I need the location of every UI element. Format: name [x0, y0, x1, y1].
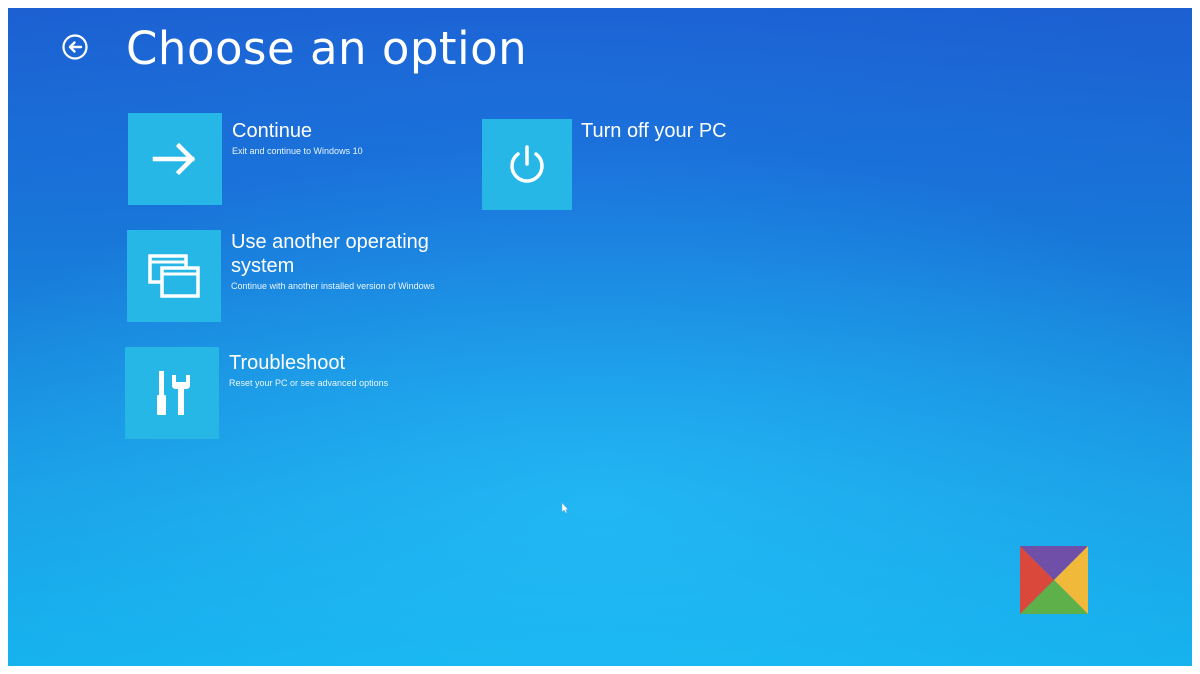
troubleshoot-tile[interactable] [125, 347, 219, 439]
option-description: Exit and continue to Windows 10 [232, 146, 363, 156]
option-title: Use another operating system [231, 231, 429, 277]
recovery-screen: Choose an option Continue Exit and conti… [8, 8, 1192, 666]
troubleshoot-text: Troubleshoot Reset your PC or see advanc… [229, 351, 469, 389]
use-another-os-tile[interactable] [127, 230, 221, 322]
option-description: Continue with another installed version … [231, 281, 435, 291]
back-arrow-circle-icon [62, 34, 88, 60]
windows-stack-icon [148, 254, 200, 298]
option-description: Reset your PC or see advanced options [229, 378, 389, 388]
option-continue[interactable]: Continue Exit and continue to Windows 10 [128, 113, 468, 205]
tools-icon [157, 371, 190, 415]
page-title: Choose an option [126, 22, 528, 75]
option-title: Troubleshoot [229, 352, 345, 374]
option-troubleshoot[interactable]: Troubleshoot Reset your PC or see advanc… [125, 347, 465, 439]
option-title: Turn off your PC [581, 120, 727, 142]
arrow-right-icon [152, 142, 196, 176]
option-turn-off[interactable]: Turn off your PC [482, 119, 762, 211]
colored-x-logo-icon [1020, 546, 1088, 614]
mouse-cursor-icon [561, 502, 569, 514]
turn-off-text: Turn off your PC [581, 119, 761, 143]
option-title: Continue [232, 120, 313, 142]
continue-tile[interactable] [128, 113, 222, 205]
option-use-another-os[interactable]: Use another operating system Continue wi… [127, 230, 467, 322]
continue-text: Continue Exit and continue to Windows 10 [232, 119, 472, 157]
use-another-os-text: Use another operating system Continue wi… [231, 230, 471, 292]
back-button[interactable] [60, 32, 90, 62]
turn-off-tile[interactable] [482, 119, 572, 210]
power-icon [510, 144, 544, 183]
